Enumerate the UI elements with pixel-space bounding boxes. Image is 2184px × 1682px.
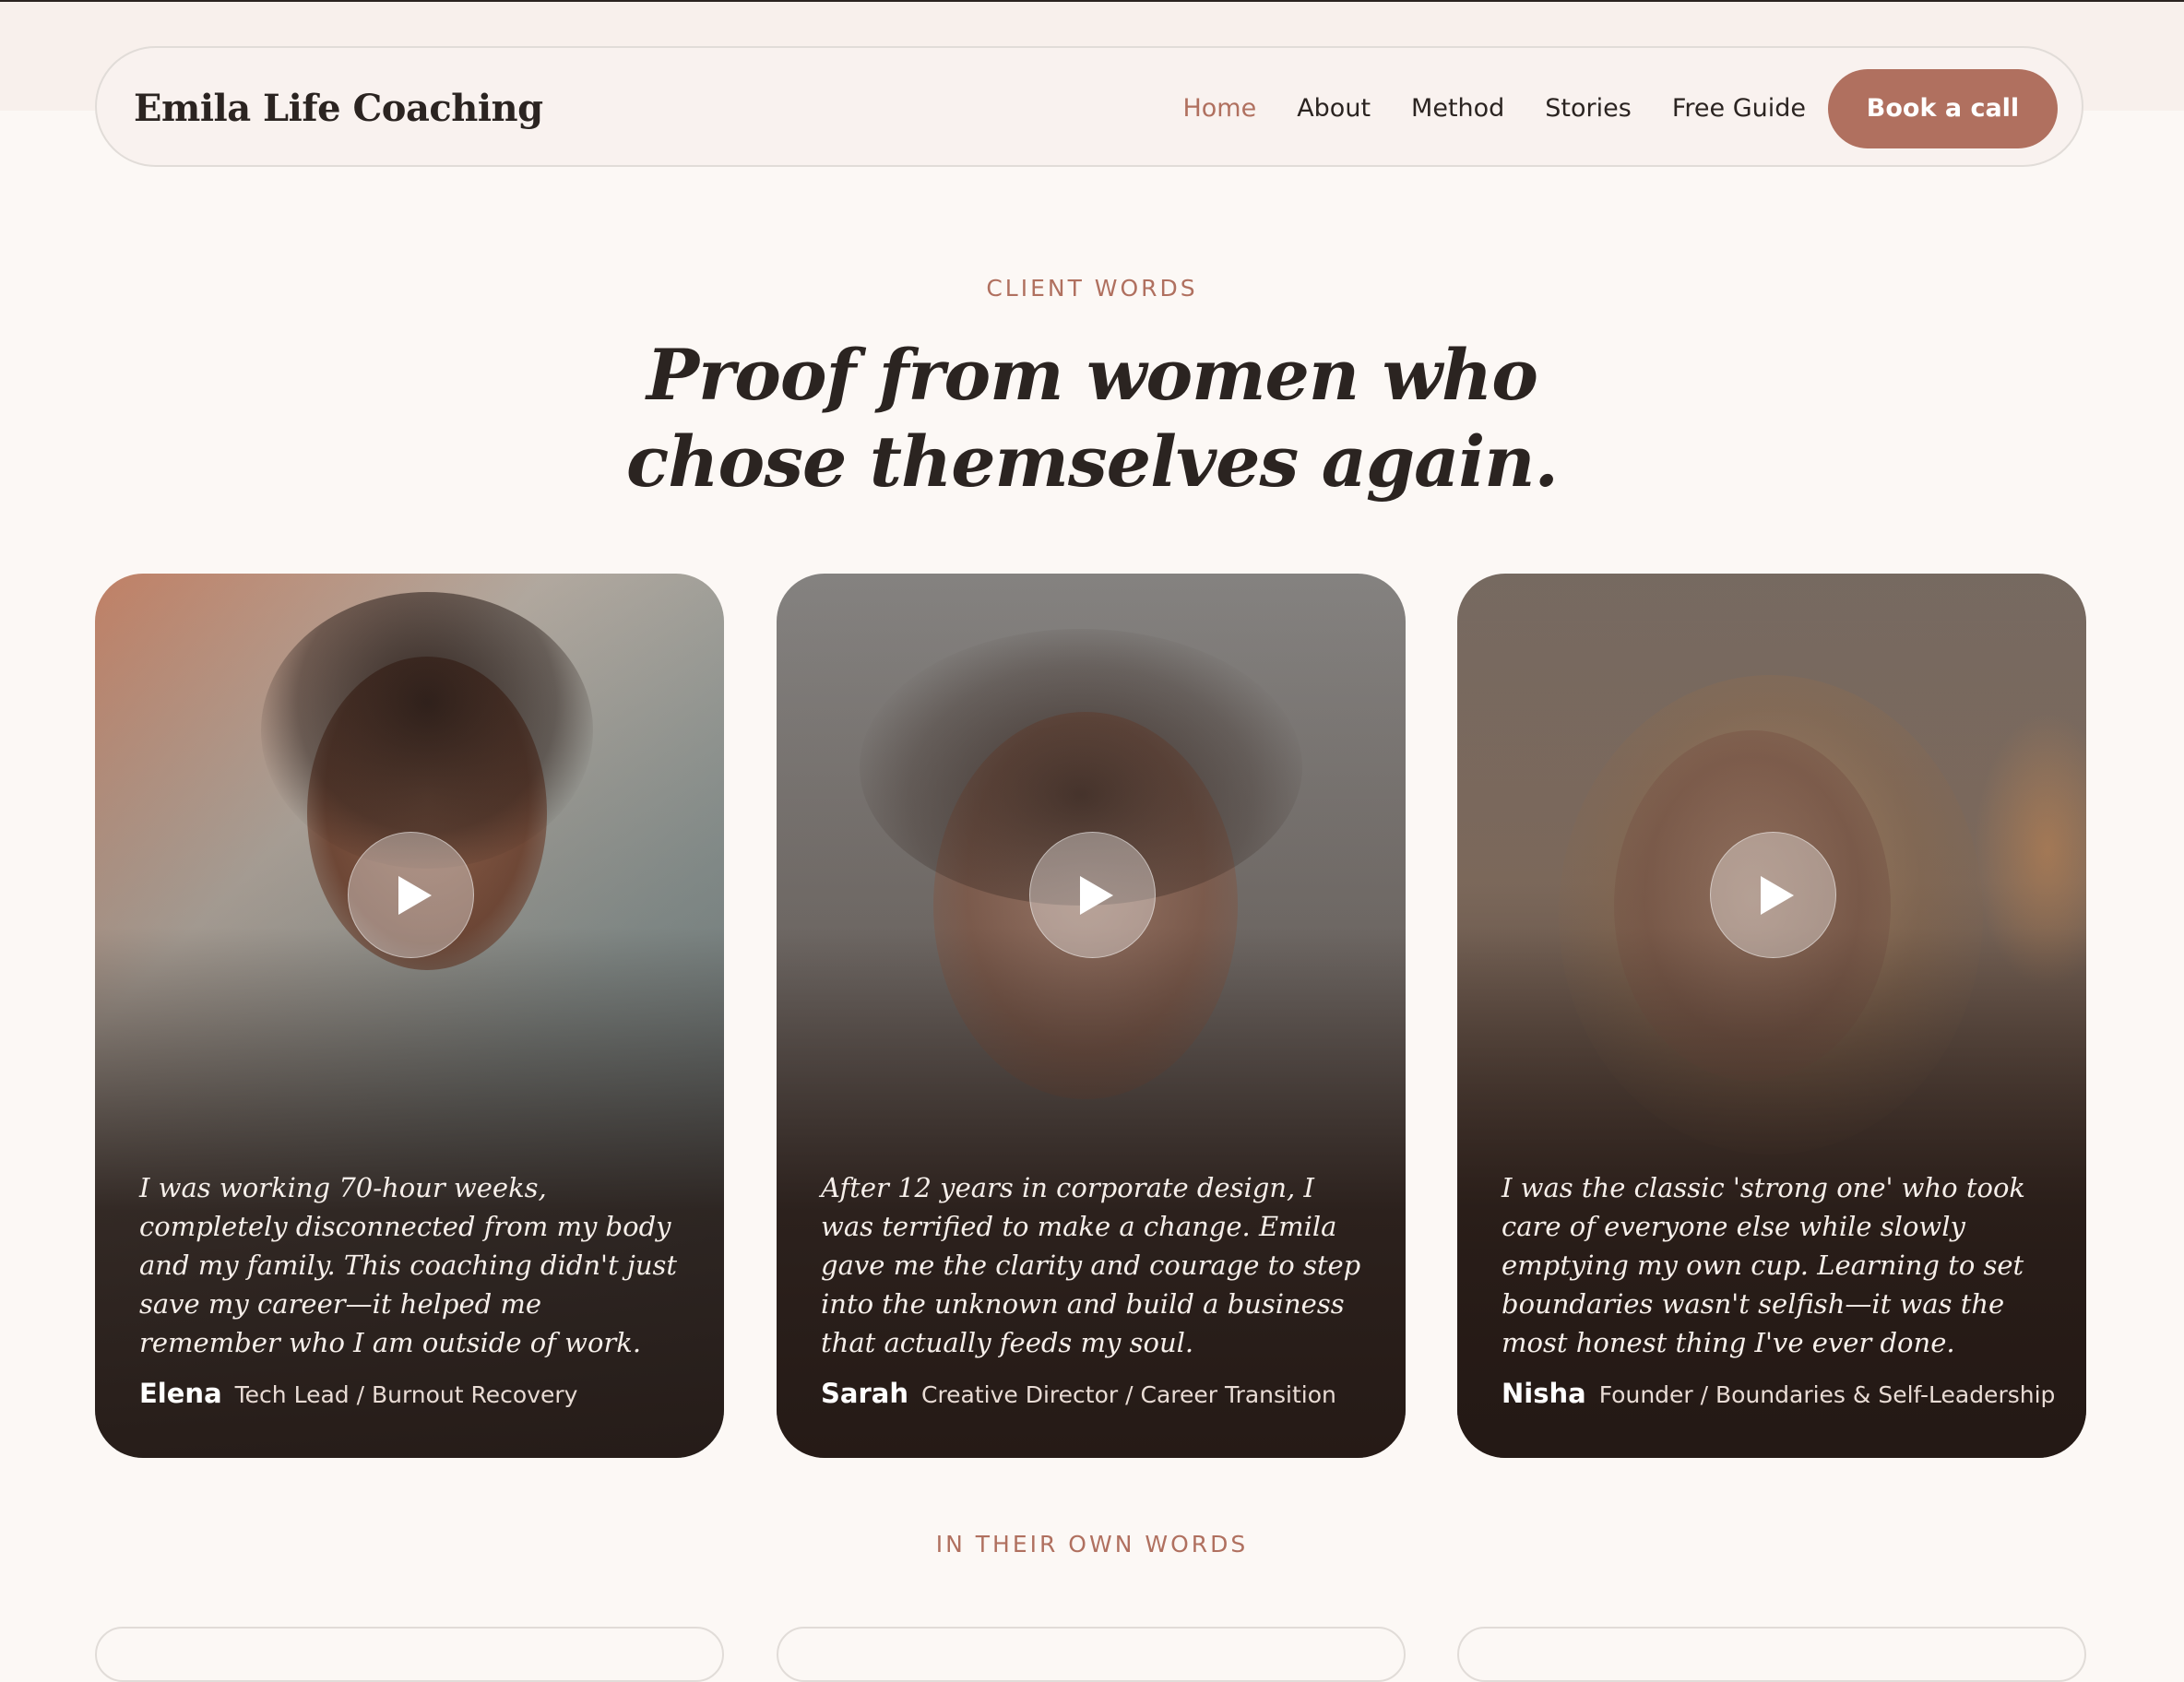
- author-name: Sarah: [821, 1378, 908, 1409]
- play-icon: [1760, 875, 1794, 915]
- section-title: Proof from women who chose themselves ag…: [0, 332, 2184, 505]
- testimonial-card[interactable]: After 12 years in corporate design, I wa…: [777, 574, 1406, 1458]
- testimonial-author: Elena Tech Lead / Burnout Recovery: [139, 1378, 577, 1409]
- section-eyebrow-2: IN THEIR OWN WORDS: [935, 1531, 1249, 1558]
- top-navigation: Emila Life Coaching Home About Method St…: [95, 46, 2083, 167]
- author-name: Nisha: [1502, 1378, 1586, 1409]
- author-name: Elena: [139, 1378, 222, 1409]
- testimonial-quote: I was the classic 'strong one' who took …: [1502, 1172, 2026, 1358]
- nav-method[interactable]: Method: [1411, 94, 1504, 123]
- nav-stories[interactable]: Stories: [1545, 94, 1632, 123]
- play-icon: [398, 875, 432, 915]
- testimonial-quote: I was working 70-hour weeks, completely …: [139, 1172, 678, 1358]
- section-eyebrow: CLIENT WORDS: [986, 275, 1198, 302]
- book-a-call-button[interactable]: Book a call: [1828, 68, 2058, 148]
- text-testimonial-card: [95, 1627, 724, 1682]
- play-video-button[interactable]: [1710, 832, 1836, 958]
- author-role: Tech Lead / Burnout Recovery: [234, 1381, 578, 1408]
- author-role: Founder / Boundaries & Self-Leadership: [1598, 1381, 2056, 1408]
- testimonial-author: Sarah Creative Director / Career Transiti…: [821, 1378, 1336, 1409]
- section-title-line-2: chose themselves again.: [626, 420, 1559, 503]
- text-testimonial-card: [1457, 1627, 2086, 1682]
- nav-links: Home About Method Stories Free Guide Boo…: [1142, 48, 2058, 169]
- nav-home[interactable]: Home: [1182, 94, 1256, 123]
- testimonial-card[interactable]: I was working 70-hour weeks, completely …: [95, 574, 724, 1458]
- nav-about[interactable]: About: [1297, 94, 1371, 123]
- section-title-line-1: Proof from women who: [647, 334, 1538, 416]
- play-video-button[interactable]: [1029, 832, 1156, 958]
- testimonial-author: Nisha Founder / Boundaries & Self-Leaders…: [1502, 1378, 2055, 1409]
- text-testimonial-card: [777, 1627, 1406, 1682]
- testimonial-quote: After 12 years in corporate design, I wa…: [821, 1172, 1361, 1358]
- brand-logo[interactable]: Emila Life Coaching: [134, 48, 543, 169]
- testimonial-card[interactable]: I was the classic 'strong one' who took …: [1457, 574, 2086, 1458]
- nav-free-guide[interactable]: Free Guide: [1672, 94, 1806, 123]
- play-icon: [1079, 875, 1113, 915]
- author-role: Creative Director / Career Transition: [920, 1381, 1336, 1408]
- play-video-button[interactable]: [348, 832, 474, 958]
